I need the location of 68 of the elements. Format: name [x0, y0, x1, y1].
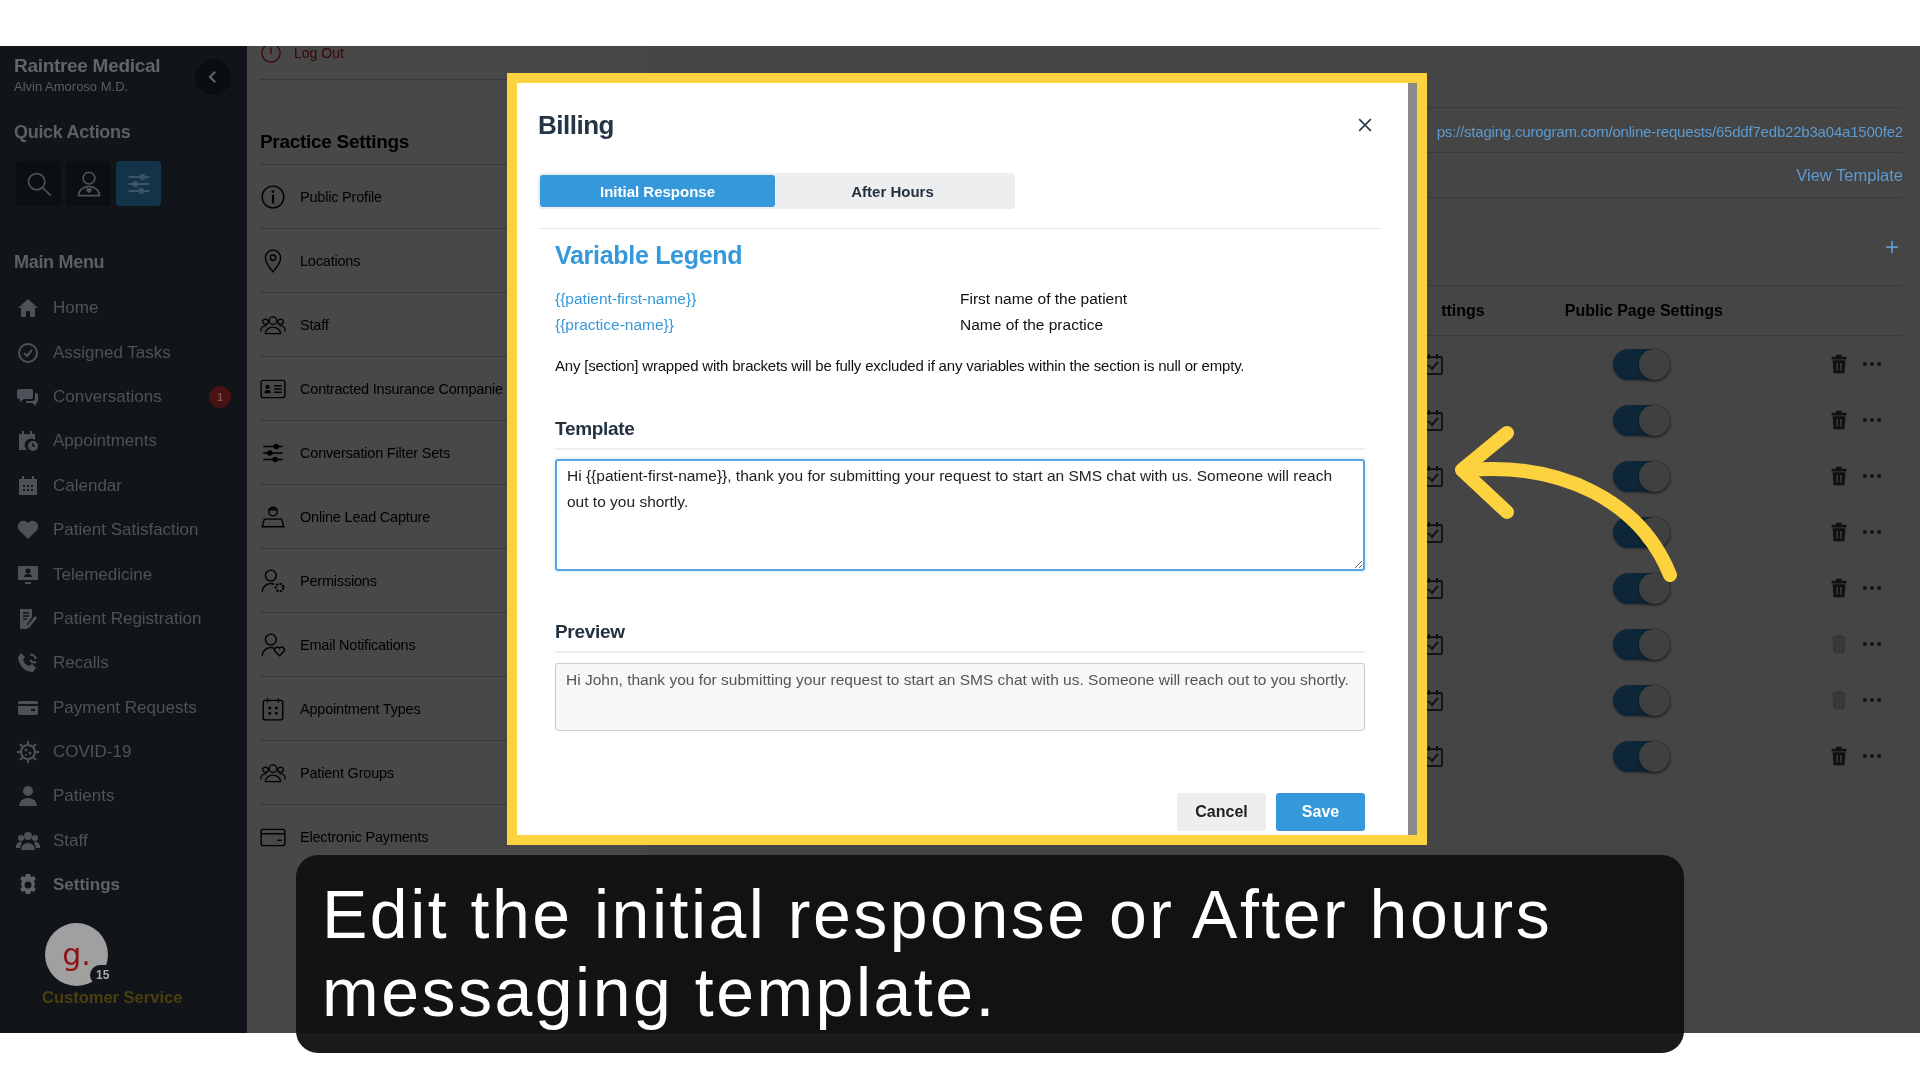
menu-item[interactable]: Recalls	[16, 641, 231, 686]
cancel-button[interactable]: Cancel	[1177, 793, 1266, 831]
menu-item[interactable]: Assigned Tasks	[16, 330, 231, 375]
menu-item[interactable]: Payment Requests	[16, 685, 231, 730]
person-icon	[16, 784, 40, 809]
more-icon	[1862, 473, 1882, 479]
tab[interactable]: After Hours	[775, 175, 1010, 207]
check-circle-icon	[16, 340, 40, 365]
variable-description: First name of the patient	[960, 289, 1129, 309]
calendar-icon	[260, 695, 286, 722]
virus-icon	[16, 740, 40, 765]
online-request-link[interactable]: ps://staging.curogram.com/online-requests/65ddf7edb22b3a04a1500fe2	[1436, 122, 1903, 140]
user-name: Alvin Amoroso M.D.	[14, 79, 130, 95]
more-icon	[1862, 753, 1882, 759]
menu-item[interactable]: Patient Satisfaction	[16, 507, 231, 553]
section-heading: Main Menu	[14, 251, 106, 273]
brand-name: Raintree Medical	[14, 55, 161, 77]
count-badge: 1	[209, 385, 231, 408]
quick-action-button[interactable]	[16, 161, 61, 206]
view-template-link[interactable]: View Template	[1796, 165, 1903, 185]
section-heading: Practice Settings	[260, 130, 411, 154]
column-header: ttings	[1441, 301, 1485, 320]
add-button[interactable]: +	[1885, 232, 1903, 261]
save-button[interactable]: Save	[1276, 793, 1365, 831]
more-icon	[1862, 641, 1882, 647]
menu-item[interactable]: Telemedicine	[16, 552, 231, 597]
menu-item[interactable]: Settings	[16, 863, 231, 908]
toggle-switch[interactable]	[1613, 348, 1670, 380]
person-heart-icon	[260, 631, 286, 658]
collapse-button[interactable]	[195, 59, 231, 95]
calendar-clock-icon	[16, 429, 40, 454]
more-icon	[1862, 529, 1882, 535]
menu-item[interactable]: Home	[16, 286, 231, 331]
toggle-switch[interactable]	[1613, 684, 1670, 716]
dialog-title: Billing	[538, 109, 614, 142]
caption-text: Edit the initial response or After hours messaging template.	[322, 875, 1554, 1031]
more-icon	[1862, 585, 1882, 591]
toggle-switch[interactable]	[1613, 740, 1670, 772]
more-icon	[1862, 697, 1882, 703]
menu-item[interactable]: Patient Registration	[16, 596, 231, 642]
tab[interactable]: Initial Response	[540, 175, 775, 207]
quick-action-button[interactable]	[66, 161, 111, 206]
menu-item[interactable]: Conversations 1	[16, 374, 231, 420]
person-gear-icon	[260, 567, 286, 594]
menu-item[interactable]: Patients	[16, 774, 231, 819]
info-icon	[260, 183, 286, 210]
account-name: Customer Service	[42, 988, 184, 1008]
toggle-switch[interactable]	[1613, 628, 1670, 660]
logout-link[interactable]: Log Out	[260, 46, 647, 80]
variable-description: Name of the practice	[960, 315, 1104, 335]
toggle-switch[interactable]	[1613, 460, 1670, 492]
menu-item[interactable]: Appointments	[16, 419, 231, 464]
calendar-icon	[16, 473, 40, 498]
more-icon	[1862, 361, 1882, 367]
quick-action-button[interactable]	[116, 161, 161, 206]
power-icon	[260, 46, 282, 64]
column-header: Public Page Settings	[1564, 301, 1723, 320]
preview-text: Hi John, thank you for submitting your request to start an SMS chat with us. Someone will reach out to you shortly.	[555, 663, 1365, 731]
more-icon	[1862, 417, 1882, 423]
field-label: Template	[555, 417, 1365, 450]
menu-item[interactable]: Staff	[16, 818, 231, 864]
toggle-switch[interactable]	[1613, 404, 1670, 436]
toggle-switch[interactable]	[1613, 572, 1670, 604]
menu-item[interactable]: COVID-19	[16, 729, 231, 775]
menu-item[interactable]: Calendar	[16, 463, 231, 508]
field-label: Preview	[555, 620, 1365, 653]
section-heading: Quick Actions	[14, 121, 132, 143]
template-field[interactable]: Hi {{patient-first-name}}, thank you for submitting your request to start an SMS chat with us. Someone will reach out to you shortly.	[555, 459, 1365, 571]
